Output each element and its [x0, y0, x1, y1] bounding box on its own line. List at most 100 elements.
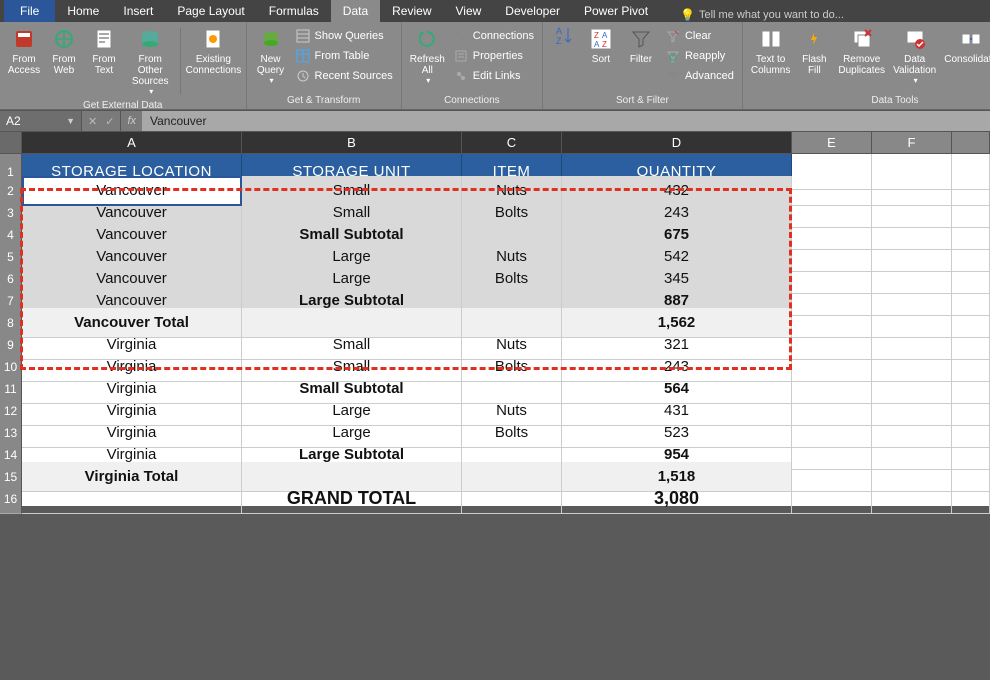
- tab-power-pivot[interactable]: Power Pivot: [572, 0, 660, 22]
- empty-cell[interactable]: [872, 484, 952, 514]
- column-header[interactable]: B: [242, 132, 462, 154]
- tab-developer[interactable]: Developer: [493, 0, 572, 22]
- sort-icon: ZAAZ: [588, 26, 614, 52]
- formula-value: Vancouver: [150, 114, 206, 128]
- worksheet: ABCDEF1STORAGE LOCATIONSTORAGE UNITITEMQ…: [0, 132, 990, 506]
- refresh-icon: [414, 26, 440, 52]
- tab-page-layout[interactable]: Page Layout: [165, 0, 256, 22]
- reapply-label: Reapply: [685, 50, 725, 62]
- edit-links-button[interactable]: Edit Links: [449, 66, 538, 86]
- cell[interactable]: [22, 484, 242, 514]
- name-box[interactable]: A2 ▼: [0, 111, 82, 131]
- cell[interactable]: Vancouver: [22, 176, 242, 206]
- advanced-icon: [665, 68, 681, 84]
- sources-icon: [137, 26, 163, 52]
- flash-fill-button[interactable]: Flash Fill: [794, 24, 834, 93]
- lightbulb-icon: 💡: [680, 8, 695, 22]
- sort-button[interactable]: ZAAZ Sort: [581, 24, 621, 93]
- from-text-button[interactable]: From Text: [84, 24, 124, 98]
- tab-insert[interactable]: Insert: [111, 0, 165, 22]
- group-get-external-data: From Access From Web From Text From Othe…: [0, 22, 247, 109]
- name-box-value: A2: [6, 114, 21, 128]
- cell[interactable]: GRAND TOTAL: [242, 484, 462, 514]
- show-queries-label: Show Queries: [315, 30, 384, 42]
- column-header[interactable]: E: [792, 132, 872, 154]
- cell[interactable]: [462, 484, 562, 514]
- column-header[interactable]: [952, 132, 990, 154]
- remove-dup-icon: [849, 26, 875, 52]
- consolidate-button[interactable]: Consolidate: [940, 24, 990, 93]
- from-web-button[interactable]: From Web: [44, 24, 84, 98]
- cancel-icon[interactable]: ✕: [88, 115, 97, 128]
- column-header[interactable]: F: [872, 132, 952, 154]
- group-data-tools: Text to Columns Flash Fill Remove Duplic…: [743, 22, 990, 109]
- edit-links-icon: [453, 68, 469, 84]
- from-table-label: From Table: [315, 50, 370, 62]
- column-header[interactable]: A: [22, 132, 242, 154]
- tab-review[interactable]: Review: [380, 0, 443, 22]
- column-header[interactable]: C: [462, 132, 562, 154]
- tab-data[interactable]: Data: [331, 0, 380, 22]
- from-table-button[interactable]: From Table: [291, 46, 397, 66]
- advanced-button[interactable]: Advanced: [661, 66, 738, 86]
- tab-home[interactable]: Home: [55, 0, 111, 22]
- connections-button[interactable]: Connections: [449, 26, 538, 46]
- from-access-label: From Access: [8, 54, 40, 76]
- empty-cell[interactable]: [952, 484, 990, 514]
- edit-links-label: Edit Links: [473, 70, 521, 82]
- text-to-columns-button[interactable]: Text to Columns: [747, 24, 794, 93]
- recent-icon: [295, 68, 311, 84]
- from-access-button[interactable]: From Access: [4, 24, 44, 98]
- column-header[interactable]: D: [562, 132, 792, 154]
- new-query-button[interactable]: New Query▾: [251, 24, 291, 93]
- remove-dup-label: Remove Duplicates: [838, 54, 885, 76]
- filter-icon: [628, 26, 654, 52]
- row-header[interactable]: 16: [0, 484, 22, 514]
- remove-duplicates-button[interactable]: Remove Duplicates: [834, 24, 889, 93]
- recent-sources-label: Recent Sources: [315, 70, 393, 82]
- reapply-button[interactable]: Reapply: [661, 46, 738, 66]
- clear-button[interactable]: Clear: [661, 26, 738, 46]
- formula-input[interactable]: Vancouver: [142, 111, 990, 131]
- properties-button[interactable]: Properties: [449, 46, 538, 66]
- validation-label: Data Validation: [893, 54, 936, 76]
- svg-text:Z: Z: [556, 36, 562, 46]
- filter-button[interactable]: Filter: [621, 24, 661, 93]
- formula-bar: A2 ▼ ✕ ✓ fx Vancouver: [0, 110, 990, 132]
- group-label-data-tools: Data Tools: [747, 93, 990, 109]
- new-query-label: New Query: [257, 54, 284, 76]
- grid[interactable]: ABCDEF1STORAGE LOCATIONSTORAGE UNITITEMQ…: [0, 132, 990, 506]
- tab-file[interactable]: File: [4, 0, 55, 22]
- tab-view[interactable]: View: [444, 0, 494, 22]
- clear-icon: [665, 28, 681, 44]
- database-icon: [11, 26, 37, 52]
- properties-label: Properties: [473, 50, 523, 62]
- existing-connections-button[interactable]: Existing Connections: [185, 24, 241, 98]
- empty-cell[interactable]: [792, 484, 872, 514]
- show-queries-button[interactable]: Show Queries: [291, 26, 397, 46]
- clear-label: Clear: [685, 30, 711, 42]
- fx-icon[interactable]: fx: [121, 111, 142, 131]
- tell-me-label: Tell me what you want to do...: [699, 9, 844, 21]
- link-icon: [453, 28, 469, 44]
- reapply-icon: [665, 48, 681, 64]
- sort-az-button[interactable]: AZ: [547, 24, 581, 93]
- globe-icon: [51, 26, 77, 52]
- group-sort-filter: AZ ZAAZ Sort Filter Clear Reapply: [543, 22, 743, 109]
- menu-tab-bar: File Home Insert Page Layout Formulas Da…: [0, 0, 990, 22]
- group-connections: Refresh All▾ Connections Properties Edit…: [402, 22, 543, 109]
- refresh-all-button[interactable]: Refresh All▾: [406, 24, 449, 93]
- cell[interactable]: 3,080: [562, 484, 792, 514]
- svg-text:Z: Z: [594, 31, 599, 40]
- connections-icon: [200, 26, 226, 52]
- enter-icon[interactable]: ✓: [105, 115, 114, 128]
- query-icon: [258, 26, 284, 52]
- data-validation-button[interactable]: Data Validation▾: [889, 24, 940, 93]
- from-text-label: From Text: [92, 54, 115, 76]
- tell-me-search[interactable]: 💡 Tell me what you want to do...: [660, 8, 844, 22]
- tab-formulas[interactable]: Formulas: [257, 0, 331, 22]
- refresh-all-label: Refresh All: [410, 54, 445, 76]
- recent-sources-button[interactable]: Recent Sources: [291, 66, 397, 86]
- filter-label: Filter: [630, 54, 652, 65]
- from-other-sources-button[interactable]: From Other Sources▾: [124, 24, 176, 98]
